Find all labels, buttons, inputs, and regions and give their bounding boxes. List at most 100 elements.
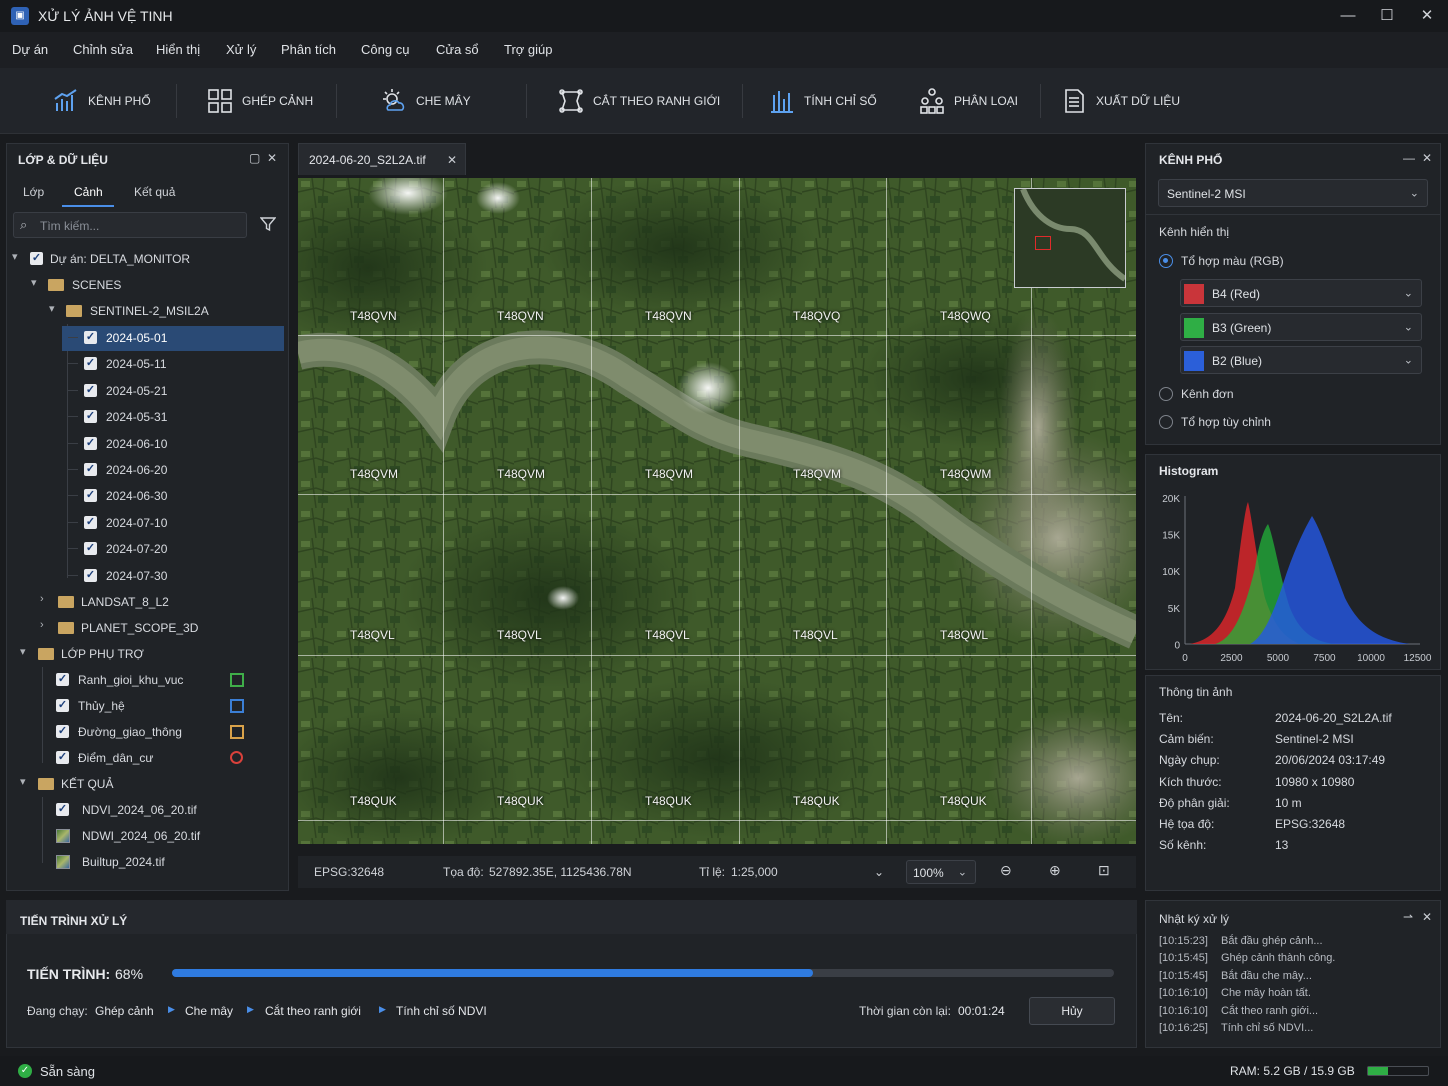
result-row[interactable]: ✓ NDVI_2024_06_20.tif (8, 797, 288, 823)
search-box[interactable]: ⌕ Tìm kiếm... (13, 212, 247, 238)
menu-cong-cu[interactable]: Công cụ (361, 42, 409, 57)
close-button[interactable]: ✕ (1414, 4, 1440, 28)
tree-landsat[interactable]: › LANDSAT_8_L2 (8, 589, 288, 615)
filter-icon[interactable] (259, 216, 277, 235)
spectral-band-button[interactable]: KÊNH PHỔ (52, 86, 151, 116)
scale-dropdown-icon[interactable]: ⌄ (874, 865, 884, 879)
menu-chinh-sua[interactable]: Chỉnh sửa (73, 42, 133, 57)
single-band-radio[interactable] (1159, 387, 1173, 401)
checkbox[interactable]: ✓ (84, 568, 97, 582)
scene-date-row[interactable]: ✓ 2024-07-10 (8, 510, 288, 536)
map-canvas[interactable]: T48QVN T48QVN T48QVN T48QVQ T48QWQ T48QVM T48Q… (298, 178, 1136, 844)
fit-extent-icon[interactable]: ⊡ (1098, 862, 1110, 879)
checkbox[interactable]: ✓ (84, 410, 97, 424)
cloud-mask-button[interactable]: CHE MÂY (380, 86, 471, 116)
scene-date-row[interactable]: ✓ 2024-05-01 (8, 325, 288, 351)
cancel-button[interactable]: Hủy (1029, 997, 1115, 1025)
scene-date-row[interactable]: ✓ 2024-05-21 (8, 378, 288, 404)
checkbox[interactable]: ✓ (84, 357, 97, 371)
checkbox[interactable]: ✓ (84, 463, 97, 476)
menu-hien-thi[interactable]: Hiển thị (156, 42, 200, 57)
tree-sentinel[interactable]: ▾ SENTINEL-2_MSIL2A (8, 298, 288, 324)
checkbox[interactable]: ✓ (84, 515, 97, 529)
checkbox[interactable]: ✓ (84, 542, 97, 556)
checkbox[interactable]: ✓ (56, 725, 69, 738)
tree-aux[interactable]: ▾ LỚP PHỤ TRỢ (8, 641, 288, 667)
chevron-right-icon[interactable]: › (40, 593, 44, 605)
menu-tro-giup[interactable]: Trợ giúp (504, 42, 553, 57)
scene-date-row[interactable]: ✓ 2024-06-20 (8, 457, 288, 483)
zoom-out-icon[interactable]: ⊖ (1000, 862, 1012, 879)
close-icon[interactable]: ✕ (1422, 151, 1432, 165)
scene-date-row[interactable]: ✓ 2024-06-10 (8, 431, 288, 457)
aux-layer-row[interactable]: ✓ Ranh_gioi_khu_vuc (8, 667, 288, 693)
x-tick-label: 0 (1182, 653, 1188, 664)
checkbox[interactable]: ✓ (84, 331, 97, 344)
aux-layer-row[interactable]: ✓ Điểm_dân_cư (8, 745, 288, 771)
checkbox[interactable]: ✓ (30, 252, 43, 265)
progress-track (172, 969, 1114, 977)
chevron-down-icon[interactable]: ▾ (49, 302, 55, 315)
band-dropdown[interactable]: B2 (Blue) ⌄ (1180, 346, 1422, 374)
overview-minimap[interactable] (1014, 187, 1127, 288)
checkbox[interactable]: ✓ (56, 699, 69, 712)
minimize-icon[interactable]: — (1403, 151, 1415, 165)
rgb-radio[interactable] (1159, 254, 1173, 268)
tree-project[interactable]: ▾ ✓ Dự án: DELTA_MONITOR (8, 246, 288, 272)
checkbox[interactable]: ✓ (84, 436, 97, 450)
tab-results[interactable]: Kết quả (134, 185, 175, 199)
menu-xu-ly[interactable]: Xử lý (226, 42, 256, 57)
checkbox[interactable]: ✓ (84, 489, 97, 503)
sensor-dropdown[interactable]: Sentinel-2 MSI ⌄ (1158, 179, 1428, 207)
checkbox[interactable]: ✓ (56, 751, 69, 764)
close-icon[interactable]: ✕ (447, 153, 457, 167)
scene-date-row[interactable]: ✓ 2024-05-31 (8, 404, 288, 430)
aux-layer-row[interactable]: ✓ Thủy_hệ (8, 693, 288, 719)
chevron-right-icon[interactable]: › (40, 619, 44, 631)
checkbox[interactable]: ✓ (56, 803, 69, 816)
band-dropdown[interactable]: B4 (Red) ⌄ (1180, 279, 1422, 307)
result-row[interactable]: NDWI_2024_06_20.tif (8, 823, 288, 849)
menu-phan-tich[interactable]: Phân tích (281, 42, 336, 57)
menu-du-an[interactable]: Dự án (12, 42, 48, 57)
zoom-dropdown[interactable]: 100% ⌄ (906, 860, 976, 884)
tab-scenes[interactable]: Cảnh (74, 185, 103, 199)
document-tab[interactable]: 2024-06-20_S2L2A.tif ✕ (298, 143, 466, 175)
scene-date-row[interactable]: ✓ 2024-07-30 (8, 563, 288, 589)
tile-label: T48QWQ (940, 309, 991, 323)
mosaic-button[interactable]: GHÉP CẢNH (206, 86, 313, 116)
scene-date-row[interactable]: ✓ 2024-06-30 (8, 483, 288, 509)
close-icon[interactable]: ✕ (267, 151, 277, 165)
check-circle-icon: ✓ (18, 1064, 32, 1078)
spectral-band-label: KÊNH PHỔ (88, 94, 151, 108)
pin-icon[interactable]: ⇀ (1403, 910, 1413, 924)
custom-combo-radio[interactable] (1159, 415, 1173, 429)
result-row[interactable]: Builtup_2024.tif (8, 849, 288, 875)
aux-layer-row[interactable]: ✓ Đường_giao_thông (8, 719, 288, 745)
zoom-in-icon[interactable]: ⊕ (1049, 862, 1061, 879)
chevron-down-icon[interactable]: ▾ (31, 276, 37, 289)
chevron-down-icon[interactable]: ▾ (12, 250, 18, 263)
chevron-down-icon[interactable]: ▾ (20, 775, 26, 788)
chevron-down-icon[interactable]: ▾ (20, 645, 26, 658)
checkbox[interactable]: ✓ (84, 383, 97, 397)
scene-date-row[interactable]: ✓ 2024-05-11 (8, 351, 288, 377)
tree-results[interactable]: ▾ KẾT QUẢ (8, 771, 288, 797)
viewport-indicator[interactable] (1035, 236, 1051, 250)
clip-boundary-button[interactable]: CẮT THEO RANH GIỚI (557, 86, 720, 116)
checkbox[interactable]: ✓ (56, 673, 69, 686)
tree-planet[interactable]: › PLANET_SCOPE_3D (8, 615, 288, 641)
export-data-button[interactable]: XUẤT DỮ LIỆU (1060, 86, 1180, 116)
minimize-button[interactable]: — (1335, 4, 1361, 28)
tree-scenes[interactable]: ▾ SCENES (8, 272, 288, 298)
progress-label: TIẾN TRÌNH: (27, 966, 111, 982)
scene-date-row[interactable]: ✓ 2024-07-20 (8, 536, 288, 562)
band-dropdown[interactable]: B3 (Green) ⌄ (1180, 312, 1422, 341)
classify-button[interactable]: PHÂN LOẠI (918, 86, 1018, 116)
close-icon[interactable]: ✕ (1422, 910, 1432, 924)
menu-cua-so[interactable]: Cửa sổ (436, 42, 479, 57)
float-icon[interactable]: ▢ (249, 151, 260, 165)
maximize-button[interactable]: ☐ (1374, 4, 1400, 28)
compute-index-button[interactable]: TÍNH CHỈ SỐ (768, 86, 877, 116)
tab-layers[interactable]: Lớp (23, 185, 44, 199)
